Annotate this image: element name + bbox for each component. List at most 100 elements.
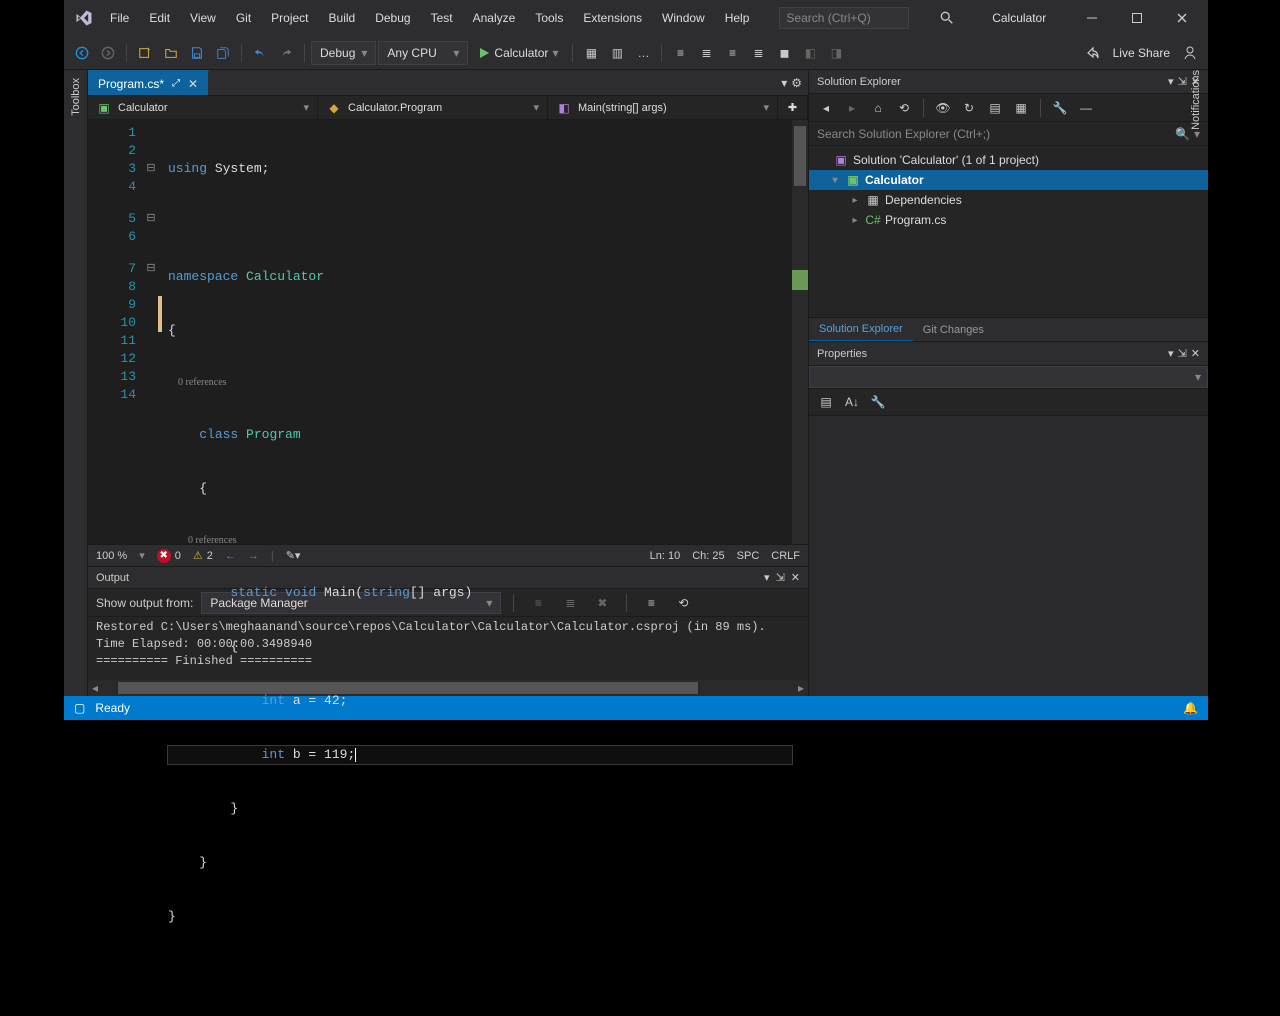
nav-type-combo[interactable]: ◆ Calculator.Program ▾ bbox=[318, 96, 548, 119]
live-share-icon[interactable] bbox=[1081, 41, 1105, 65]
menu-view[interactable]: View bbox=[180, 5, 226, 31]
menu-test[interactable]: Test bbox=[421, 5, 463, 31]
save-all-button[interactable] bbox=[211, 41, 235, 65]
open-button[interactable] bbox=[159, 41, 183, 65]
tree-dependencies-node[interactable]: ▸ ▦ Dependencies bbox=[809, 190, 1208, 210]
output-close-icon[interactable]: ✕ bbox=[791, 571, 800, 584]
prop-close-icon[interactable]: ✕ bbox=[1191, 347, 1200, 360]
tb-icon-5[interactable]: ≣ bbox=[694, 41, 718, 65]
tab-dropdown-icon[interactable]: ▾ bbox=[781, 76, 787, 90]
bookmark-icon[interactable]: ◼ bbox=[772, 41, 796, 65]
nav-split-button[interactable]: ✚ bbox=[778, 96, 808, 119]
tab-git-changes[interactable]: Git Changes bbox=[913, 318, 994, 342]
prop-pin-icon[interactable]: ⇲ bbox=[1178, 347, 1187, 360]
config-combo[interactable]: Debug ▾ bbox=[311, 41, 376, 65]
standard-toolbar: Debug ▾ Any CPU ▾ Calculator ▾ ▦ ▥ … ≡ ≣… bbox=[64, 36, 1208, 70]
line-number-gutter: 1 2 3 4 5 6 7 8 9 10 11 12 13 14 bbox=[88, 120, 144, 544]
nav-project-combo[interactable]: ▣ Calculator ▾ bbox=[88, 96, 318, 119]
platform-combo[interactable]: Any CPU ▾ bbox=[378, 41, 468, 65]
menu-tools[interactable]: Tools bbox=[525, 5, 573, 31]
zoom-level[interactable]: 100 % bbox=[96, 550, 127, 562]
se-fwd-icon[interactable]: ▸ bbox=[841, 97, 863, 119]
menu-help[interactable]: Help bbox=[715, 5, 760, 31]
live-share-label[interactable]: Live Share bbox=[1113, 46, 1170, 60]
status-window-icon[interactable]: ▢ bbox=[74, 701, 85, 715]
se-back-icon[interactable]: ◂ bbox=[815, 97, 837, 119]
se-home-icon[interactable]: ⌂ bbox=[867, 97, 889, 119]
redo-button[interactable] bbox=[274, 41, 298, 65]
notifications-bell-icon[interactable]: 🔔 bbox=[1183, 701, 1198, 715]
start-debug-button[interactable]: Calculator ▾ bbox=[470, 41, 566, 65]
tb-icon-9[interactable]: ◨ bbox=[824, 41, 848, 65]
tb-icon-3[interactable]: … bbox=[631, 41, 655, 65]
output-text[interactable]: Restored C:\Users\meghaanand\source\repo… bbox=[88, 617, 808, 680]
prop-alpha-icon[interactable]: A↓ bbox=[841, 391, 863, 413]
prop-dropdown-icon[interactable]: ▾ bbox=[1168, 347, 1174, 360]
tb-icon-1[interactable]: ▦ bbox=[579, 41, 603, 65]
menu-edit[interactable]: Edit bbox=[139, 5, 180, 31]
nav-back-button[interactable] bbox=[70, 41, 94, 65]
fold-gutter[interactable]: ⊟ ⊟ ⊟ bbox=[144, 120, 158, 544]
editor-vertical-scrollbar[interactable] bbox=[792, 120, 808, 544]
menu-bar: File Edit View Git Project Build Debug T… bbox=[64, 0, 1208, 36]
account-icon[interactable] bbox=[1178, 41, 1202, 65]
se-view-icon[interactable]: 👁 bbox=[932, 97, 954, 119]
global-search-input[interactable]: Search (Ctrl+Q) bbox=[779, 7, 909, 29]
menu-project[interactable]: Project bbox=[261, 5, 318, 31]
properties-object-combo[interactable]: ▾ bbox=[809, 366, 1208, 388]
se-properties-icon[interactable]: 🔧 bbox=[1049, 97, 1071, 119]
menu-analyze[interactable]: Analyze bbox=[463, 5, 526, 31]
window-minimize-button[interactable] bbox=[1069, 0, 1114, 36]
solution-icon: ▣ bbox=[833, 152, 849, 168]
menu-window[interactable]: Window bbox=[652, 5, 715, 31]
save-button[interactable] bbox=[185, 41, 209, 65]
tree-project-node[interactable]: ▾ ▣ Calculator bbox=[809, 170, 1208, 190]
nav-fwd-button[interactable] bbox=[96, 41, 120, 65]
run-target-label: Calculator bbox=[494, 46, 548, 60]
toolbox-rail[interactable]: Toolbox bbox=[64, 70, 88, 696]
notifications-rail[interactable]: Notifications bbox=[1184, 70, 1208, 190]
tb-icon-7[interactable]: ≣ bbox=[746, 41, 770, 65]
menu-build[interactable]: Build bbox=[319, 5, 366, 31]
solution-explorer-toolbar: ◂ ▸ ⌂ ⟲ 👁 ↻ ▤ ▦ 🔧 — bbox=[809, 94, 1208, 122]
undo-button[interactable] bbox=[248, 41, 272, 65]
tb-icon-4[interactable]: ≡ bbox=[668, 41, 692, 65]
se-dropdown-icon[interactable]: ▾ bbox=[1168, 75, 1174, 88]
tab-program-cs[interactable]: Program.cs* ⤢ ✕ bbox=[88, 70, 209, 95]
window-title: Calculator bbox=[992, 11, 1046, 25]
tree-solution-node[interactable]: ▣ Solution 'Calculator' (1 of 1 project) bbox=[809, 150, 1208, 170]
menu-extensions[interactable]: Extensions bbox=[573, 5, 652, 31]
tb-icon-8[interactable]: ◧ bbox=[798, 41, 822, 65]
expand-icon[interactable]: ▾ bbox=[829, 175, 841, 186]
nav-bar: ▣ Calculator ▾ ◆ Calculator.Program ▾ ◧ … bbox=[88, 96, 808, 120]
tab-solution-explorer[interactable]: Solution Explorer bbox=[809, 318, 913, 342]
solution-explorer-search[interactable]: Search Solution Explorer (Ctrl+;) 🔍 ▾ bbox=[809, 122, 1208, 146]
window-close-button[interactable] bbox=[1159, 0, 1204, 36]
se-collapse-icon[interactable]: ▤ bbox=[984, 97, 1006, 119]
se-preview-icon[interactable]: — bbox=[1075, 97, 1097, 119]
properties-grid[interactable] bbox=[809, 416, 1208, 696]
menu-git[interactable]: Git bbox=[226, 5, 261, 31]
solution-tree[interactable]: ▣ Solution 'Calculator' (1 of 1 project)… bbox=[809, 146, 1208, 317]
tab-close-icon[interactable]: ✕ bbox=[188, 77, 198, 91]
nav-member-combo[interactable]: ◧ Main(string[] args) ▾ bbox=[548, 96, 778, 119]
prop-categorized-icon[interactable]: ▤ bbox=[815, 391, 837, 413]
properties-title: Properties bbox=[817, 348, 867, 360]
tab-settings-icon[interactable]: ⚙ bbox=[791, 76, 802, 90]
se-showall-icon[interactable]: ▦ bbox=[1010, 97, 1032, 119]
search-icon[interactable] bbox=[932, 11, 962, 25]
se-refresh-icon[interactable]: ↻ bbox=[958, 97, 980, 119]
expand-icon[interactable]: ▸ bbox=[849, 215, 861, 226]
prop-pages-icon[interactable]: 🔧 bbox=[867, 391, 889, 413]
new-project-button[interactable] bbox=[133, 41, 157, 65]
se-sync-icon[interactable]: ⟲ bbox=[893, 97, 915, 119]
tree-program-cs-node[interactable]: ▸ C# Program.cs bbox=[809, 210, 1208, 230]
pin-icon[interactable]: ⤢ bbox=[172, 78, 180, 89]
tb-icon-2[interactable]: ▥ bbox=[605, 41, 629, 65]
menu-debug[interactable]: Debug bbox=[365, 5, 420, 31]
expand-icon[interactable]: ▸ bbox=[849, 195, 861, 206]
code-editor[interactable]: 1 2 3 4 5 6 7 8 9 10 11 12 13 14 bbox=[88, 120, 808, 544]
window-maximize-button[interactable] bbox=[1114, 0, 1159, 36]
tb-icon-6[interactable]: ≡ bbox=[720, 41, 744, 65]
menu-file[interactable]: File bbox=[100, 5, 139, 31]
